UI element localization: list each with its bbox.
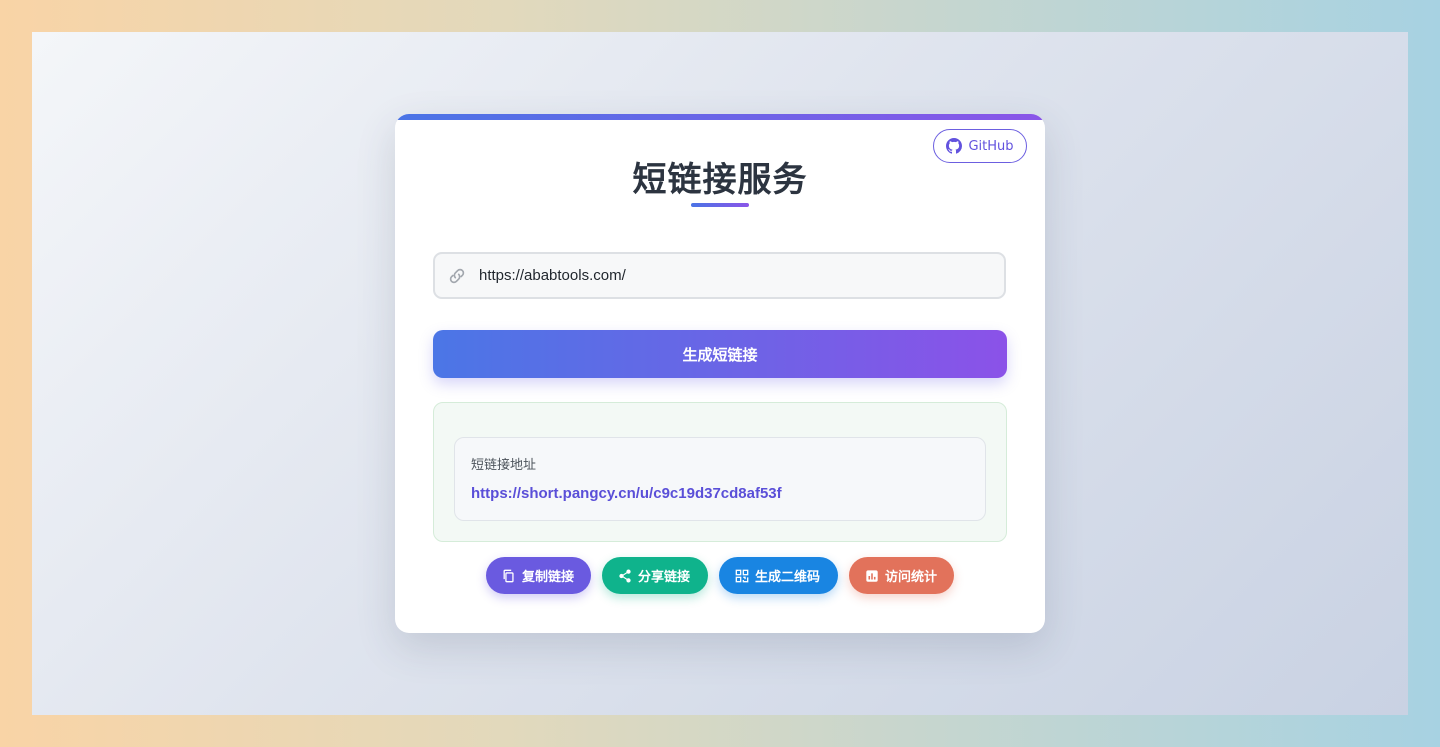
link-icon xyxy=(449,268,465,283)
share-link-label: 分享链接 xyxy=(638,570,691,585)
share-icon xyxy=(619,568,631,583)
card-accent-bar xyxy=(395,114,1045,120)
short-url-link[interactable]: https://short.pangcy.cn/u/c9c19d37cd8af5… xyxy=(471,485,782,502)
visit-stats-label: 访问统计 xyxy=(885,570,938,585)
url-input-wrapper xyxy=(433,252,1006,299)
copy-link-label: 复制链接 xyxy=(522,570,575,585)
share-link-button[interactable]: 分享链接 xyxy=(602,557,708,594)
title-underline xyxy=(691,203,749,207)
url-input[interactable] xyxy=(477,266,1004,285)
chart-icon xyxy=(866,569,878,582)
copy-icon xyxy=(503,569,514,582)
shortlink-card: GitHub 短链接服务 生成短链接 短链接地址 https://short.p… xyxy=(395,114,1045,633)
page-title: 短链接服务 xyxy=(632,160,808,200)
generate-button[interactable]: 生成短链接 xyxy=(433,330,1007,378)
action-buttons: 复制链接 分享链接 生成二维码 访问统计 xyxy=(395,557,1045,594)
page-background: GitHub 短链接服务 生成短链接 短链接地址 https://short.p… xyxy=(32,32,1408,715)
qrcode-button[interactable]: 生成二维码 xyxy=(719,557,838,594)
visit-stats-button[interactable]: 访问统计 xyxy=(849,557,954,594)
copy-link-button[interactable]: 复制链接 xyxy=(486,557,591,594)
result-label: 短链接地址 xyxy=(471,458,537,473)
result-panel: 短链接地址 https://short.pangcy.cn/u/c9c19d37… xyxy=(433,402,1007,542)
qrcode-icon xyxy=(735,569,749,582)
result-card: 短链接地址 https://short.pangcy.cn/u/c9c19d37… xyxy=(454,437,986,521)
qrcode-label: 生成二维码 xyxy=(755,570,821,585)
